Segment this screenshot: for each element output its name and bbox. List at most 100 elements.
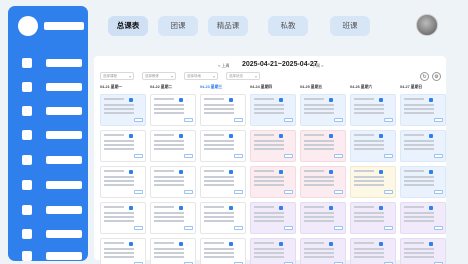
card-action-badge[interactable] <box>234 190 243 194</box>
card-action-badge[interactable] <box>234 118 243 122</box>
sidebar-item[interactable] <box>22 155 84 165</box>
course-card[interactable] <box>100 166 146 198</box>
card-text-placeholder <box>154 176 184 178</box>
sidebar-item[interactable] <box>22 130 84 140</box>
course-card[interactable] <box>150 94 196 126</box>
card-action-badge[interactable] <box>184 190 193 194</box>
card-action-badge[interactable] <box>284 190 293 194</box>
course-card[interactable] <box>300 94 346 126</box>
card-action-badge[interactable] <box>384 118 393 122</box>
card-action-badge[interactable] <box>384 154 393 158</box>
sidebar-item[interactable] <box>22 251 84 261</box>
course-card[interactable] <box>250 238 296 264</box>
card-action-badge[interactable] <box>184 118 193 122</box>
card-action-badge[interactable] <box>384 190 393 194</box>
tab-group-class[interactable]: 团课 <box>158 16 198 36</box>
card-text-placeholder <box>404 104 434 106</box>
course-card[interactable] <box>350 238 396 264</box>
sidebar-item[interactable] <box>22 58 84 68</box>
card-action-badge[interactable] <box>434 226 443 230</box>
course-card[interactable] <box>200 166 246 198</box>
card-action-badge[interactable] <box>134 154 143 158</box>
course-card[interactable] <box>400 130 446 162</box>
course-card[interactable] <box>100 238 146 264</box>
card-text-placeholder <box>254 148 284 150</box>
course-card[interactable] <box>200 130 246 162</box>
course-card[interactable] <box>350 202 396 234</box>
course-card[interactable] <box>300 130 346 162</box>
status-filter-select[interactable]: 选择状态 ▾ <box>226 72 260 80</box>
card-text-placeholder <box>204 216 234 218</box>
card-action-badge[interactable] <box>284 226 293 230</box>
card-text-placeholder <box>204 256 234 258</box>
card-action-badge[interactable] <box>434 154 443 158</box>
tab-all-courses[interactable]: 总课表 <box>108 16 148 36</box>
sidebar <box>8 6 88 261</box>
menu-item-label-placeholder <box>46 131 82 139</box>
course-card[interactable] <box>250 94 296 126</box>
refresh-icon[interactable]: ↻ <box>420 72 429 81</box>
course-card[interactable] <box>300 202 346 234</box>
card-text-placeholder <box>304 216 334 218</box>
course-card[interactable] <box>250 166 296 198</box>
tab-class-course[interactable]: 班课 <box>330 16 370 36</box>
course-card[interactable] <box>350 130 396 162</box>
course-card[interactable] <box>300 238 346 264</box>
course-card[interactable] <box>250 202 296 234</box>
sidebar-item[interactable] <box>22 82 84 92</box>
next-week-button[interactable]: 下周 > <box>312 63 323 69</box>
card-action-badge[interactable] <box>334 118 343 122</box>
card-action-badge[interactable] <box>284 154 293 158</box>
tab-premium-class[interactable]: 精品课 <box>208 16 248 36</box>
card-action-badge[interactable] <box>234 154 243 158</box>
card-action-badge[interactable] <box>284 118 293 122</box>
course-card[interactable] <box>150 238 196 264</box>
card-action-badge[interactable] <box>334 226 343 230</box>
course-card[interactable] <box>400 166 446 198</box>
sidebar-item[interactable] <box>22 205 84 215</box>
course-filter-select[interactable]: 选择课程 ▾ <box>100 72 134 80</box>
menu-item-icon <box>22 106 32 116</box>
settings-icon[interactable]: ⚙ <box>432 72 441 81</box>
card-action-badge[interactable] <box>434 190 443 194</box>
course-card[interactable] <box>100 202 146 234</box>
card-action-badge[interactable] <box>434 118 443 122</box>
course-card[interactable] <box>150 130 196 162</box>
course-card[interactable] <box>200 238 246 264</box>
course-card[interactable] <box>200 202 246 234</box>
card-action-badge[interactable] <box>184 226 193 230</box>
course-card[interactable] <box>400 94 446 126</box>
course-card[interactable] <box>250 130 296 162</box>
card-action-badge[interactable] <box>334 154 343 158</box>
card-text-placeholder <box>104 112 134 114</box>
course-card[interactable] <box>150 166 196 198</box>
card-action-badge[interactable] <box>134 118 143 122</box>
course-card[interactable] <box>100 130 146 162</box>
day-header: 04-22 星期二 <box>150 85 173 89</box>
tab-private-coaching[interactable]: 私教 <box>268 16 308 36</box>
course-card[interactable] <box>200 94 246 126</box>
card-action-badge[interactable] <box>384 226 393 230</box>
course-card[interactable] <box>350 166 396 198</box>
card-action-badge[interactable] <box>134 190 143 194</box>
venue-filter-select[interactable]: 选择场地 ▾ <box>184 72 218 80</box>
user-avatar[interactable] <box>416 14 438 36</box>
card-action-badge[interactable] <box>334 190 343 194</box>
card-action-badge[interactable] <box>234 226 243 230</box>
course-card[interactable] <box>300 166 346 198</box>
course-card[interactable] <box>400 202 446 234</box>
course-card[interactable] <box>400 238 446 264</box>
course-card[interactable] <box>100 94 146 126</box>
card-text-placeholder <box>404 144 434 146</box>
course-card[interactable] <box>150 202 196 234</box>
sidebar-item[interactable] <box>22 180 84 190</box>
prev-week-button[interactable]: < 上周 <box>218 63 229 69</box>
card-action-badge[interactable] <box>134 226 143 230</box>
course-type-icon <box>379 134 383 138</box>
sidebar-item[interactable] <box>22 229 84 239</box>
coach-filter-select[interactable]: 选择教练 ▾ <box>142 72 176 80</box>
card-action-badge[interactable] <box>184 154 193 158</box>
card-text-placeholder <box>404 216 434 218</box>
sidebar-item[interactable] <box>22 106 84 116</box>
course-card[interactable] <box>350 94 396 126</box>
